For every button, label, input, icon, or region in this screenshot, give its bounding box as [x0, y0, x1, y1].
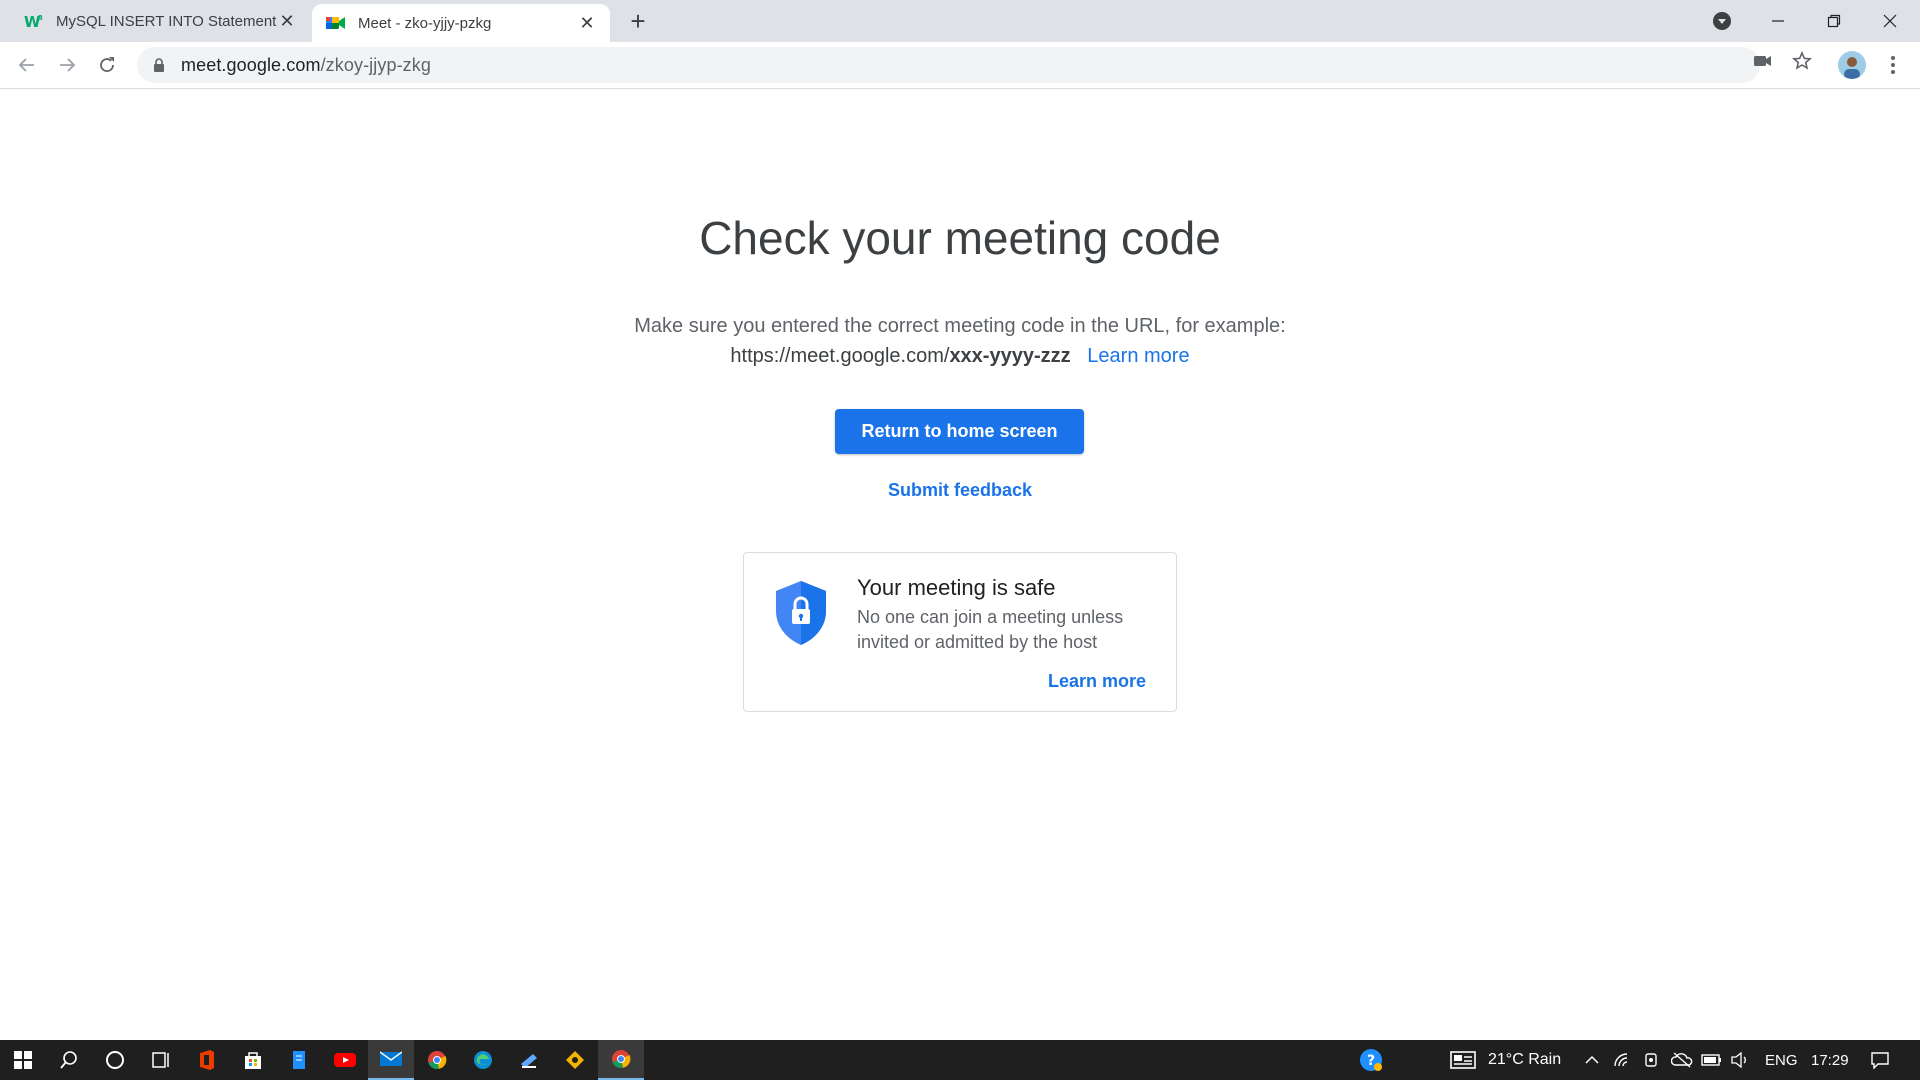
card-title: Your meeting is safe	[857, 575, 1056, 600]
page-title: Check your meeting code	[699, 212, 1221, 264]
more-menu-icon[interactable]	[1885, 53, 1901, 77]
windows-taskbar: ? 21°C Rain ENG 17:29	[0, 1040, 1920, 1080]
close-window-button[interactable]	[1862, 0, 1918, 42]
notepad-icon[interactable]	[276, 1040, 322, 1080]
profile-avatar[interactable]	[1838, 51, 1866, 79]
description-text: Make sure you entered the correct meetin…	[634, 315, 1286, 337]
cortana-icon[interactable]	[92, 1040, 138, 1080]
weather-icon[interactable]	[1440, 1040, 1486, 1080]
start-windows-icon[interactable]	[0, 1040, 46, 1080]
tab-strip: W3 MySQL INSERT INTO Statement ✕ Meet - …	[0, 0, 1920, 42]
svg-text:?: ?	[1367, 1053, 1375, 1069]
close-tab-icon[interactable]: ✕	[578, 13, 596, 33]
tab-meet[interactable]: Meet - zko-yjjy-pzkg ✕	[312, 4, 610, 42]
edge-icon[interactable]	[460, 1040, 506, 1080]
example-prefix: https://meet.google.com/	[730, 345, 950, 367]
back-arrow-icon[interactable]	[15, 53, 39, 77]
svg-text:3: 3	[38, 14, 43, 22]
help-icon[interactable]: ?	[1348, 1040, 1394, 1080]
google-meet-icon	[326, 13, 346, 33]
chrome-icon[interactable]	[414, 1040, 460, 1080]
example-url: https://meet.google.com/xxx-yyyy-zzz	[730, 345, 1070, 367]
restore-button[interactable]	[1806, 0, 1862, 42]
new-tab-button[interactable]: +	[625, 6, 651, 36]
url-path: /zkoy-jjyp-zkg	[320, 54, 431, 75]
lock-icon[interactable]	[151, 57, 167, 73]
mail-icon[interactable]	[368, 1040, 414, 1080]
return-home-button[interactable]: Return to home screen	[835, 409, 1084, 454]
youtube-icon[interactable]	[322, 1040, 368, 1080]
tab-title: Meet - zko-yjjy-pzkg	[358, 14, 492, 32]
weather-text[interactable]: 21°C Rain	[1488, 1040, 1561, 1080]
example-line: https://meet.google.com/xxx-yyyy-zzz Lea…	[0, 341, 1920, 371]
learn-more-link[interactable]: Learn more	[1087, 345, 1189, 367]
card-body: No one can join a meeting unless invited…	[857, 607, 1124, 652]
example-code: xxx-yyyy-zzz	[949, 345, 1071, 367]
git-kraken-icon[interactable]	[552, 1040, 598, 1080]
chrome-active-icon[interactable]	[598, 1040, 644, 1080]
camera-icon[interactable]	[1752, 50, 1774, 72]
address-bar[interactable]: meet.google.com/zkoy-jjyp-zkg	[137, 47, 1760, 83]
submit-feedback-link[interactable]: Submit feedback	[0, 480, 1920, 501]
minimize-button[interactable]	[1750, 0, 1806, 42]
clock-time[interactable]: 17:29	[1811, 1040, 1849, 1080]
language-indicator[interactable]: ENG	[1765, 1040, 1798, 1080]
meeting-safe-card: Your meeting is safe No one can join a m…	[743, 552, 1177, 712]
task-view-icon[interactable]	[138, 1040, 184, 1080]
tab-mysql-insert[interactable]: W3 MySQL INSERT INTO Statement ✕	[10, 0, 310, 42]
notifications-icon[interactable]	[1858, 1040, 1902, 1080]
meeting-code-description: Make sure you entered the correct meetin…	[0, 311, 1920, 371]
browser-toolbar: meet.google.com/zkoy-jjyp-zkg	[0, 42, 1920, 89]
tab-search-icon[interactable]	[1711, 10, 1733, 32]
url-host: meet.google.com	[181, 54, 321, 75]
office-icon[interactable]	[184, 1040, 230, 1080]
shield-lock-icon	[773, 579, 829, 647]
search-icon[interactable]	[46, 1040, 92, 1080]
volume-icon[interactable]	[1720, 1040, 1760, 1080]
store-icon[interactable]	[230, 1040, 276, 1080]
w3schools-icon: W3	[24, 11, 44, 31]
url-text: meet.google.com/zkoy-jjyp-zkg	[181, 55, 431, 76]
card-learn-more-link[interactable]: Learn more	[1048, 671, 1146, 692]
tab-title: MySQL INSERT INTO Statement	[56, 12, 277, 30]
bookmark-star-icon[interactable]	[1791, 50, 1813, 72]
close-tab-icon[interactable]: ✕	[278, 11, 296, 31]
reload-icon[interactable]	[95, 53, 119, 77]
app-icon[interactable]	[506, 1040, 552, 1080]
forward-arrow-icon[interactable]	[55, 53, 79, 77]
